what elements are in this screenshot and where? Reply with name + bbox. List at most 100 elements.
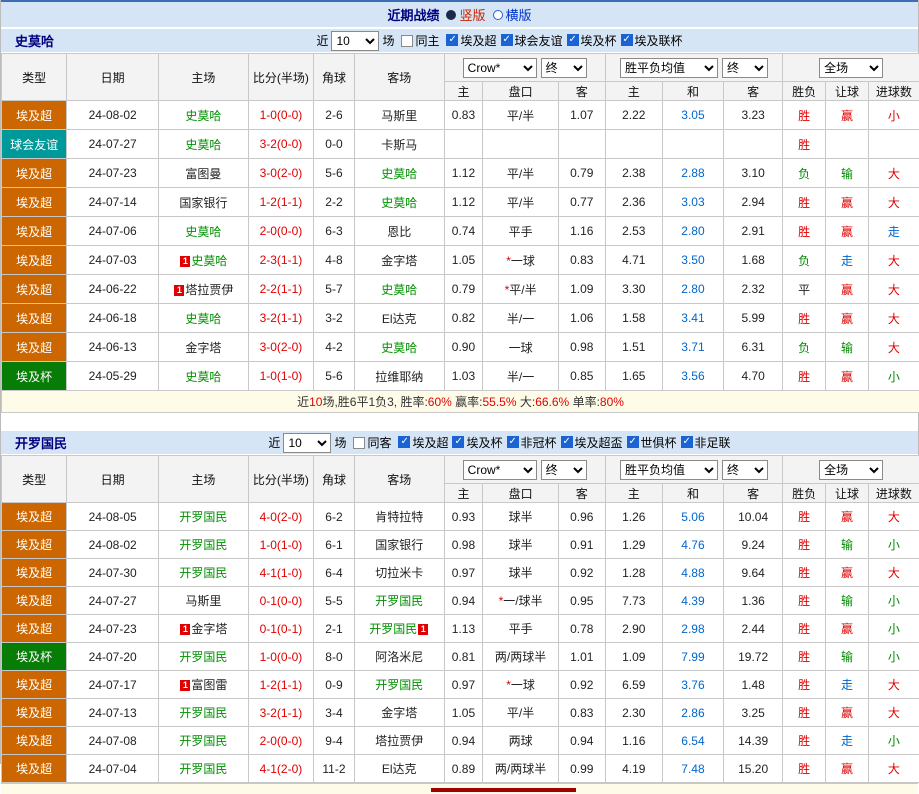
scope-select[interactable]: 全场 (819, 58, 883, 78)
results-table: 类型 日期 主场 比分(半场) 角球 客场 Crow* 终 胜平负均值 终 (1, 53, 919, 413)
europe-mean-select[interactable]: 胜平负均值 (620, 58, 718, 78)
handicap-result-cell: 赢 (826, 699, 869, 727)
league-filter-checkbox[interactable]: 埃及杯 (567, 32, 617, 49)
home-team-name[interactable]: 富图雷 (191, 678, 227, 692)
home-team-name[interactable]: 金字塔 (185, 341, 221, 355)
home-team-name[interactable]: 开罗国民 (179, 734, 227, 748)
score-cell: 4-1(1-0) (248, 559, 313, 587)
header-europe-home: 主 (605, 82, 662, 101)
home-team-name[interactable]: 马斯里 (185, 594, 221, 608)
europe-stage-select[interactable]: 终 (722, 460, 768, 480)
home-team-name[interactable]: 史莫哈 (185, 225, 221, 239)
away-team-name[interactable]: 开罗国民 (369, 622, 417, 636)
home-team-name[interactable]: 开罗国民 (179, 538, 227, 552)
handicap-result-cell: 输 (826, 643, 869, 671)
odds-company-select[interactable]: Crow* (463, 460, 537, 480)
league-filter-checkbox[interactable]: 非冠杯 (507, 434, 557, 451)
away-team-name[interactable]: 阿洛米尼 (375, 650, 423, 664)
away-team-name[interactable]: 史莫哈 (381, 283, 417, 297)
home-team-name[interactable]: 国家银行 (179, 196, 227, 210)
away-team-name[interactable]: El达克 (382, 312, 417, 326)
scope-select[interactable]: 全场 (819, 460, 883, 480)
home-team-name[interactable]: 开罗国民 (179, 650, 227, 664)
goals-result-cell: 小 (868, 727, 919, 755)
europe-home-odds: 2.36 (605, 188, 662, 217)
corner-cell: 5-7 (314, 275, 355, 304)
asia-home-odds (444, 130, 483, 159)
near-label: 近 (316, 32, 328, 49)
match-row: 埃及超24-08-05开罗国民4-0(2-0)6-2肯特拉特0.93球半0.96… (2, 503, 919, 531)
header-asia-home: 主 (444, 82, 483, 101)
layout-vertical-radio[interactable]: 竖版 (446, 5, 485, 24)
checkbox-icon (452, 436, 464, 448)
asia-home-odds: 1.13 (444, 615, 483, 643)
match-count-select[interactable]: 10 (283, 433, 331, 453)
league-filter-checkbox[interactable]: 埃及超 (446, 32, 496, 49)
europe-away-odds: 2.44 (724, 615, 783, 643)
league-filter-checkbox[interactable]: 球会友谊 (501, 32, 563, 49)
home-team-name[interactable]: 开罗国民 (179, 566, 227, 580)
home-team-name[interactable]: 史莫哈 (191, 254, 227, 268)
same-venue-checkbox[interactable]: 同主 (401, 32, 439, 49)
away-team-name[interactable]: 切拉米卡 (375, 566, 423, 580)
goals-result-cell: 大 (868, 559, 919, 587)
match-row: 球会友谊24-07-27史莫哈3-2(0-0)0-0卡斯马胜 (2, 130, 919, 159)
away-team-name[interactable]: 开罗国民 (375, 678, 423, 692)
away-team-name[interactable]: 拉维耶纳 (375, 370, 423, 384)
league-filter-checkbox[interactable]: 埃及超盃 (561, 434, 623, 451)
odds-stage-select[interactable]: 终 (541, 460, 587, 480)
handicap-result-cell: 输 (826, 333, 869, 362)
away-team-name[interactable]: 肯特拉特 (375, 510, 423, 524)
europe-draw-odds: 6.54 (662, 727, 723, 755)
match-row: 埃及超24-07-231金字塔0-1(0-1)2-1开罗国民11.13平手0.7… (2, 615, 919, 643)
home-team-name[interactable]: 塔拉贾伊 (185, 283, 233, 297)
home-cell: 开罗国民 (159, 755, 249, 783)
odds-company-select[interactable]: Crow* (463, 58, 537, 78)
away-cell: 史莫哈 (354, 188, 444, 217)
europe-away-odds: 4.70 (724, 362, 783, 391)
score-cell: 2-0(0-0) (248, 727, 313, 755)
corner-cell: 5-5 (314, 587, 355, 615)
home-team-name[interactable]: 史莫哈 (185, 312, 221, 326)
home-team-name[interactable]: 开罗国民 (179, 510, 227, 524)
away-team-name[interactable]: 史莫哈 (381, 167, 417, 181)
layout-horizontal-radio[interactable]: 横版 (493, 5, 532, 24)
home-team-name[interactable]: 金字塔 (191, 622, 227, 636)
league-filter-checkbox[interactable]: 世俱杯 (627, 434, 677, 451)
away-team-name[interactable]: 开罗国民 (375, 594, 423, 608)
asia-away-odds: 0.96 (558, 503, 605, 531)
league-filter-checkbox[interactable]: 埃及杯 (452, 434, 502, 451)
away-team-name[interactable]: 金字塔 (381, 706, 417, 720)
league-filter-checkbox[interactable]: 埃及联杯 (621, 32, 683, 49)
home-team-name[interactable]: 史莫哈 (185, 109, 221, 123)
away-team-name[interactable]: El达克 (382, 762, 417, 776)
away-team-name[interactable]: 史莫哈 (381, 196, 417, 210)
corner-cell: 4-8 (314, 246, 355, 275)
same-venue-checkbox[interactable]: 同客 (353, 434, 391, 451)
home-team-name[interactable]: 开罗国民 (179, 706, 227, 720)
result-cell: 胜 (783, 671, 826, 699)
home-team-name[interactable]: 史莫哈 (185, 138, 221, 152)
away-team-name[interactable]: 史莫哈 (381, 341, 417, 355)
home-team-name[interactable]: 开罗国民 (179, 762, 227, 776)
away-team-name[interactable]: 塔拉贾伊 (375, 734, 423, 748)
match-count-select[interactable]: 10 (331, 31, 379, 51)
home-team-name[interactable]: 富图曼 (185, 167, 221, 181)
europe-mean-select[interactable]: 胜平负均值 (620, 460, 718, 480)
league-filter-checkbox[interactable]: 埃及超 (398, 434, 448, 451)
away-team-name[interactable]: 马斯里 (381, 109, 417, 123)
away-team-name[interactable]: 恩比 (387, 225, 411, 239)
europe-stage-select[interactable]: 终 (722, 58, 768, 78)
league-filter-checkbox[interactable]: 非足联 (681, 434, 731, 451)
asia-away-odds: 0.79 (558, 159, 605, 188)
asia-away-odds: 0.99 (558, 755, 605, 783)
summary-text: 近 (297, 395, 309, 409)
asia-home-odds: 1.05 (444, 699, 483, 727)
away-team-name[interactable]: 国家银行 (375, 538, 423, 552)
near-label: 近 (268, 434, 280, 451)
away-team-name[interactable]: 金字塔 (381, 254, 417, 268)
result-cell: 胜 (783, 101, 826, 130)
away-team-name[interactable]: 卡斯马 (381, 138, 417, 152)
home-team-name[interactable]: 史莫哈 (185, 370, 221, 384)
odds-stage-select[interactable]: 终 (541, 58, 587, 78)
